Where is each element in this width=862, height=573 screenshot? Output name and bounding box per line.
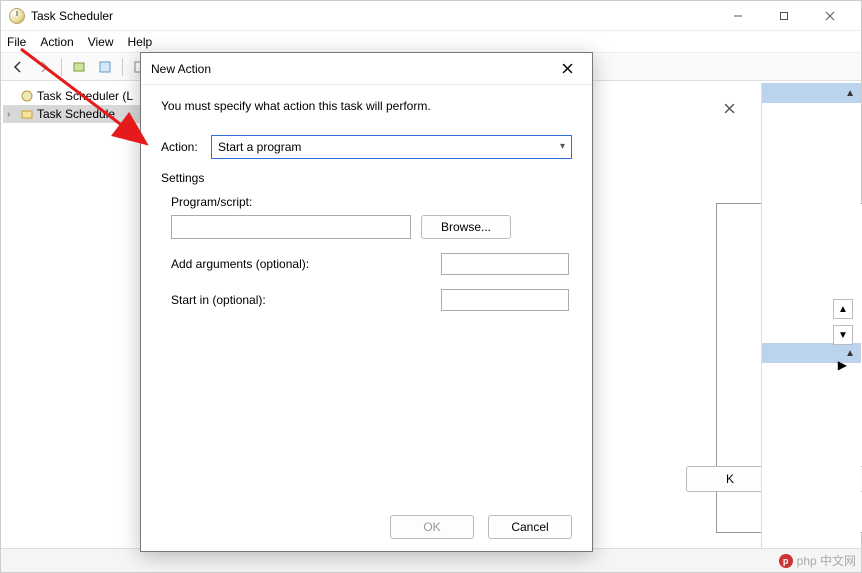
menu-file[interactable]: File: [7, 35, 26, 49]
window-title: Task Scheduler: [31, 9, 715, 23]
dialog-description: You must specify what action this task w…: [161, 99, 572, 113]
settings-group: Program/script: Browse... Add arguments …: [161, 195, 572, 311]
action-row: Action: Start a program ▾: [161, 135, 572, 159]
maximize-button[interactable]: [761, 1, 807, 31]
cancel-button[interactable]: Cancel: [488, 515, 572, 539]
actions-nav: ▲ ▼: [833, 299, 853, 345]
move-up-button[interactable]: ▲: [833, 299, 853, 319]
clock-icon: [20, 89, 34, 103]
properties-button[interactable]: [94, 56, 116, 78]
close-button[interactable]: [807, 1, 853, 31]
startin-label: Start in (optional):: [171, 293, 441, 307]
forward-button[interactable]: [33, 56, 55, 78]
browse-button[interactable]: Browse...: [421, 215, 511, 239]
action-value: Start a program: [218, 140, 301, 154]
dialog-footer: OK Cancel: [390, 515, 572, 539]
toolbar-separator: [122, 58, 123, 76]
dialog-close-button[interactable]: [552, 57, 582, 81]
arguments-row: Add arguments (optional):: [171, 253, 572, 275]
actions-panel-header[interactable]: ▲: [762, 83, 861, 103]
menu-view[interactable]: View: [88, 35, 114, 49]
arguments-label: Add arguments (optional):: [171, 257, 441, 271]
caret-up-icon: ▲: [845, 348, 855, 359]
play-icon[interactable]: ▶: [838, 358, 847, 372]
tree-root-label: Task Scheduler (L: [37, 89, 133, 103]
bg-close-button[interactable]: [707, 95, 751, 121]
up-button[interactable]: [68, 56, 90, 78]
watermark: p php 中文网: [779, 552, 856, 569]
startin-row: Start in (optional):: [171, 289, 572, 311]
program-label: Program/script:: [171, 195, 572, 209]
dialog-title: New Action: [151, 62, 552, 76]
tree-root[interactable]: Task Scheduler (L: [3, 87, 143, 105]
window-controls: [715, 1, 853, 31]
toolbar-separator: [61, 58, 62, 76]
cancel-label: Cancel: [511, 520, 548, 534]
menu-help[interactable]: Help: [128, 35, 153, 49]
chevron-right-icon: ›: [7, 109, 17, 120]
chevron-down-icon: ▾: [560, 141, 565, 152]
minimize-button[interactable]: [715, 1, 761, 31]
folder-icon: [20, 107, 34, 121]
action-label: Action:: [161, 140, 211, 154]
new-action-dialog: New Action You must specify what action …: [140, 52, 593, 552]
program-input[interactable]: [171, 215, 411, 239]
menu-action[interactable]: Action: [40, 35, 73, 49]
arguments-input[interactable]: [441, 253, 569, 275]
tree-panel: Task Scheduler (L › Task Schedule: [1, 83, 146, 548]
bg-ok-label: K: [726, 472, 734, 486]
caret-up-icon: ▲: [845, 88, 855, 99]
clock-icon: [9, 8, 25, 24]
watermark-text: php 中文网: [797, 552, 856, 569]
settings-label: Settings: [161, 171, 572, 185]
actions-panel: ▲ ▲ ▼ ▶ ▲: [761, 83, 861, 548]
menubar: File Action View Help: [1, 31, 861, 53]
back-button[interactable]: [7, 56, 29, 78]
ok-label: OK: [423, 520, 440, 534]
php-badge-icon: p: [779, 554, 793, 568]
titlebar: Task Scheduler: [1, 1, 861, 31]
action-combobox[interactable]: Start a program ▾: [211, 135, 572, 159]
startin-input[interactable]: [441, 289, 569, 311]
dialog-body: You must specify what action this task w…: [141, 85, 592, 339]
dialog-titlebar: New Action: [141, 53, 592, 85]
tree-child-label: Task Schedule: [37, 107, 115, 121]
tree-child[interactable]: › Task Schedule: [3, 105, 143, 123]
move-down-button[interactable]: ▼: [833, 325, 853, 345]
ok-button[interactable]: OK: [390, 515, 474, 539]
